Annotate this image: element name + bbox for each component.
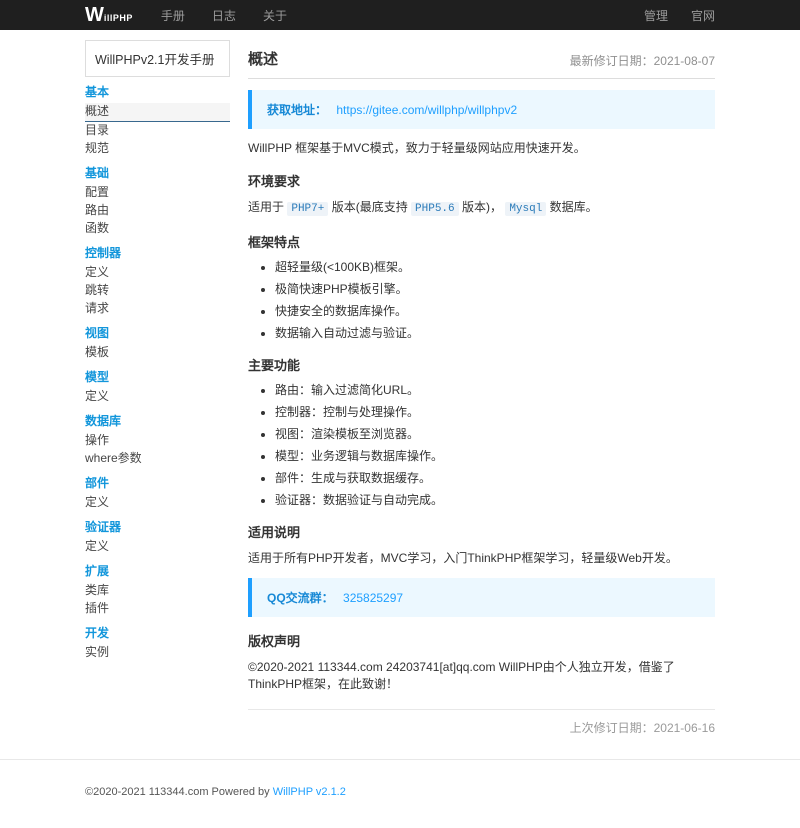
top-navbar: W illPHP 手册 日志 关于 管理 官网 [0,0,800,30]
env-text-part: 版本(最底支持 [328,200,411,214]
function-item: 模型：业务逻辑与数据库操作。 [275,448,715,464]
secondary-nav: 管理 官网 [644,7,715,24]
feature-item: 超轻量级(<100KB)框架。 [275,259,715,275]
sidebar-item-catalog[interactable]: 目录 [85,122,230,140]
sidebar-item-request[interactable]: 请求 [85,300,230,318]
sidebar-group-view: 视图 [85,327,230,340]
latest-revision-date: 最新修订日期：2021-08-07 [570,52,715,69]
nav-item-manual[interactable]: 手册 [161,7,185,24]
gitee-repo-link[interactable]: https://gitee.com/willphp/willphpv2 [336,103,517,117]
sidebar-item-template[interactable]: 模板 [85,344,230,362]
section-heading-environment: 环境要求 [248,171,715,190]
env-text-part: 适用于 [248,200,287,214]
sidebar-item-plugin[interactable]: 插件 [85,600,230,618]
sidebar: WillPHPv2.1开发手册 基本 概述 目录 规范 基础 配置 路由 函数 … [85,30,230,662]
sidebar-item-config[interactable]: 配置 [85,184,230,202]
sidebar-group-foundation: 基础 [85,167,230,180]
section-heading-usage: 适用说明 [248,522,715,541]
qq-info-box: QQ交流群： 325825297 [248,578,715,617]
code-mysql: Mysql [505,202,546,216]
sidebar-item-widget-define[interactable]: 定义 [85,494,230,512]
sidebar-item-route[interactable]: 路由 [85,202,230,220]
footer-copyright-text: ©2020-2021 113344.com Powered by [85,786,273,798]
logo-big-letter: W [85,5,104,25]
sidebar-group-widget: 部件 [85,477,230,490]
sidebar-group-develop: 开发 [85,627,230,640]
sidebar-item-spec[interactable]: 规范 [85,140,230,158]
environment-text: 适用于 PHP7+ 版本(最底支持 PHP5.6 版本)， Mysql 数据库。 [248,199,715,218]
page-title: 概述 [248,48,278,69]
usage-text: 适用于所有PHP开发者，MVC学习，入门ThinkPHP框架学习，轻量级Web开… [248,550,715,567]
sidebar-group-extend: 扩展 [85,565,230,578]
footer-divider: ©2020-2021 113344.com Powered by WillPHP… [0,759,800,828]
intro-text: WillPHP 框架基于MVC模式，致力于轻量级网站应用快速开发。 [248,140,715,157]
sidebar-item-validator-define[interactable]: 定义 [85,538,230,556]
sidebar-item-where-params[interactable]: where参数 [85,450,230,468]
sidebar-item-db-operate[interactable]: 操作 [85,432,230,450]
sidebar-item-controller-define[interactable]: 定义 [85,264,230,282]
sidebar-group-controller: 控制器 [85,247,230,260]
function-item: 部件：生成与获取数据缓存。 [275,470,715,486]
sidebar-group-database: 数据库 [85,415,230,428]
last-revision-date: 上次修订日期：2021-06-16 [248,709,715,745]
function-item: 路由：输入过滤简化URL。 [275,382,715,398]
nav-item-official-site[interactable]: 官网 [691,7,715,24]
functions-list: 路由：输入过滤简化URL。 控制器：控制与处理操作。 视图：渲染模板至浏览器。 … [248,382,715,508]
features-list: 超轻量级(<100KB)框架。 极简快速PHP模板引擎。 快捷安全的数据库操作。… [248,259,715,341]
feature-item: 极简快速PHP模板引擎。 [275,281,715,297]
logo[interactable]: W illPHP [85,5,133,25]
nav-item-about[interactable]: 关于 [263,7,287,24]
function-item: 控制器：控制与处理操作。 [275,404,715,420]
sidebar-item-overview[interactable]: 概述 [85,103,230,122]
env-text-part: 版本)， [459,200,506,214]
latest-revision-value: 2021-08-07 [654,54,715,68]
function-item: 视图：渲染模板至浏览器。 [275,426,715,442]
sidebar-item-jump[interactable]: 跳转 [85,282,230,300]
main-content: 概述 最新修订日期：2021-08-07 获取地址： https://gitee… [248,30,715,745]
code-php7: PHP7+ [287,202,328,216]
sidebar-item-function[interactable]: 函数 [85,220,230,238]
env-text-part: 数据库。 [546,200,597,214]
section-heading-functions: 主要功能 [248,355,715,374]
section-heading-copyright: 版权声明 [248,631,715,650]
copyright-text: ©2020-2021 113344.com 24203741[at]qq.com… [248,659,715,693]
sidebar-item-example[interactable]: 实例 [85,644,230,662]
last-revision-value: 2021-06-16 [654,721,715,735]
sidebar-menu: 基本 概述 目录 规范 基础 配置 路由 函数 控制器 定义 跳转 请求 视图 … [85,86,230,662]
logo-small-text: illPHP [104,13,133,23]
feature-item: 数据输入自动过滤与验证。 [275,325,715,341]
repo-label: 获取地址： [267,103,327,117]
footer-willphp-link[interactable]: WillPHP v2.1.2 [273,786,346,798]
sidebar-item-model-define[interactable]: 定义 [85,388,230,406]
last-revision-label: 上次修订日期： [570,721,654,735]
nav-item-log[interactable]: 日志 [212,7,236,24]
qq-group-link[interactable]: 325825297 [343,591,403,605]
manual-title: WillPHPv2.1开发手册 [85,40,230,77]
site-footer: ©2020-2021 113344.com Powered by WillPHP… [85,760,715,828]
qq-group-label: QQ交流群： [267,591,334,605]
sidebar-group-validator: 验证器 [85,521,230,534]
nav-item-admin[interactable]: 管理 [644,7,668,24]
sidebar-group-basic: 基本 [85,86,230,99]
repo-info-box: 获取地址： https://gitee.com/willphp/willphpv… [248,90,715,129]
page-header: 概述 最新修订日期：2021-08-07 [248,48,715,79]
function-item: 验证器：数据验证与自动完成。 [275,492,715,508]
feature-item: 快捷安全的数据库操作。 [275,303,715,319]
code-php56: PHP5.6 [411,202,459,216]
main-nav: 手册 日志 关于 [161,7,287,24]
latest-revision-label: 最新修订日期： [570,54,654,68]
section-heading-features: 框架特点 [248,232,715,251]
sidebar-group-model: 模型 [85,371,230,384]
